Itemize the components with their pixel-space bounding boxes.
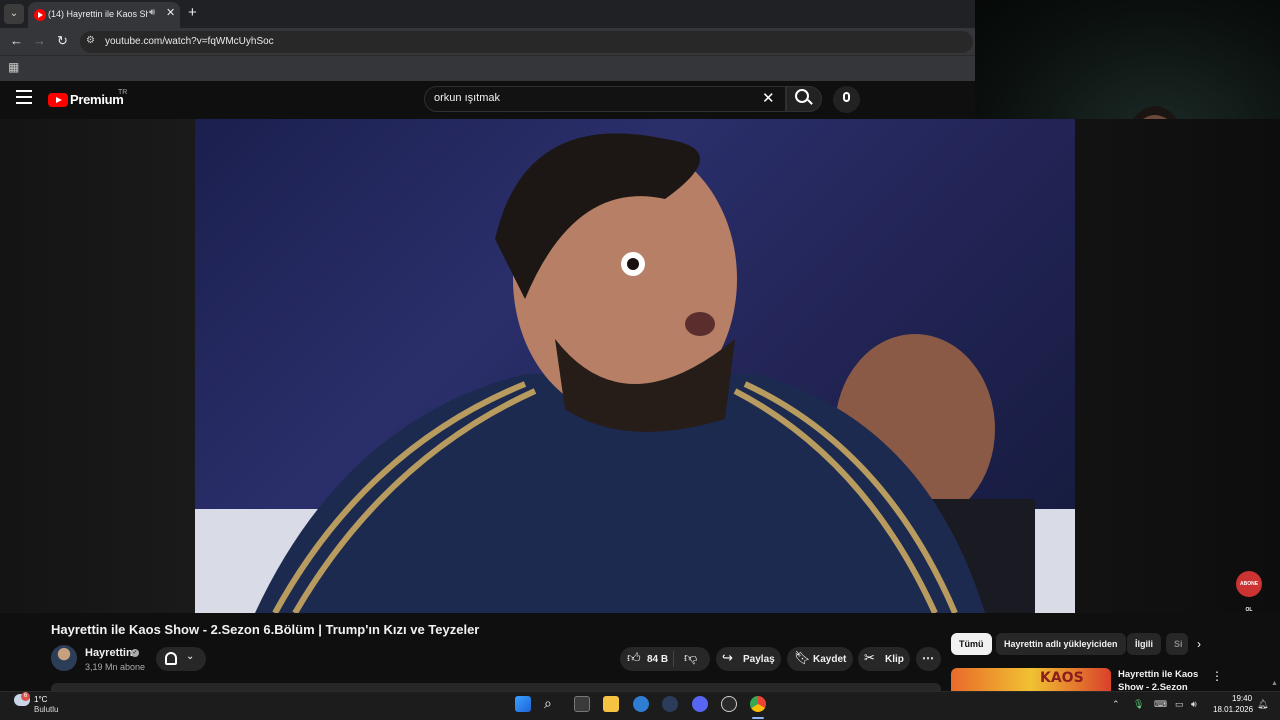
clear-search-icon[interactable]: ✕ [762,89,775,107]
url-text[interactable]: youtube.com/watch?v=fqWMcUyhSoc [105,36,274,47]
steam-icon[interactable] [662,696,678,712]
notification-icon[interactable]: 🔔︎ [1257,699,1268,710]
chevron-right-icon[interactable]: › [1197,637,1201,651]
bookmarks-bar [0,55,975,81]
reload-button[interactable]: ↻ [57,33,68,49]
discord-icon[interactable] [692,696,708,712]
file-explorer-icon[interactable] [603,696,619,712]
weather-description[interactable]: Bulutlu [34,705,58,714]
back-button[interactable]: ← [10,33,23,48]
active-app-indicator [752,717,764,719]
chevron-up-icon[interactable]: ⌃ [1112,699,1120,710]
network-icon[interactable]: ▭ [1175,699,1184,710]
recommendation-thumbnail[interactable] [951,668,1111,692]
subscribe-watermark[interactable]: ABONE OL [1236,571,1262,613]
obs-icon[interactable] [721,696,737,712]
bell-icon [165,652,177,665]
scroll-up-icon[interactable]: ▲ [1271,680,1278,687]
weather-badge: 6 [21,692,30,701]
task-view-icon[interactable] [574,696,590,712]
volume-icon[interactable]: 🔊︎ [1191,699,1197,710]
apps-grid-icon[interactable]: ▦ [8,60,19,74]
save-label: Kaydet [813,654,847,665]
hamburger-menu-icon[interactable] [16,90,32,106]
share-label: Paylaş [743,654,775,665]
channel-avatar[interactable] [51,645,77,671]
video-frame[interactable] [195,119,1075,613]
clock-date[interactable]: 18.01.2026 [1213,705,1253,714]
microphone-tray-icon[interactable]: 🎙︎ [1133,699,1144,710]
app-icon[interactable] [633,696,649,712]
description-box[interactable] [51,683,941,691]
share-icon: ↪ [722,650,733,665]
tab-search-button[interactable]: ⌄ [4,4,24,24]
youtube-logo-icon[interactable] [48,93,68,107]
thumbs-up-icon[interactable]: 👍︎ [627,650,641,666]
chrome-icon[interactable] [750,696,766,712]
kebab-menu-icon[interactable]: ⋮ [1211,669,1223,683]
more-icon: ⋯ [922,651,934,665]
channel-name[interactable]: Hayrettin [85,647,133,659]
video-title: Hayrettin ile Kaos Show - 2.Sezon 6.Bölü… [51,622,480,637]
recommendation-title[interactable]: Hayrettin ile Kaos Show - 2.Sezon [1118,668,1214,692]
youtube-favicon-icon [34,9,46,21]
close-tab-icon[interactable]: ✕ [166,6,175,19]
chip-from-uploader[interactable]: Hayrettin adlı yükleyiciden [996,633,1126,655]
thumbnail-logo-text: KAOS [1040,670,1084,686]
scissors-icon: ✂ [864,650,875,665]
notification-bell-button[interactable] [156,647,206,671]
chip-related[interactable]: İlgili [1127,633,1161,655]
like-count[interactable]: 84 B [647,654,668,665]
bookmark-icon: 🔖︎ [794,650,811,665]
clip-label: Klip [885,654,904,665]
site-info-icon[interactable]: ⚙ [86,35,95,46]
speaker-icon[interactable]: 🔊︎ [149,7,155,18]
search-icon [795,89,809,103]
youtube-brand-label[interactable]: Premium [70,92,124,107]
search-query[interactable]: orkun ışıtmak [434,92,500,104]
weather-temp[interactable]: 1°C [34,695,47,704]
new-tab-button[interactable]: + [188,4,197,21]
forward-button[interactable]: → [33,33,46,48]
clock-time[interactable]: 19:40 [1232,694,1252,703]
search-taskbar-icon[interactable]: ⌕ [544,695,552,712]
keyboard-icon[interactable]: ⌨ [1154,699,1167,710]
video-scene [195,133,1075,613]
chip-partial[interactable]: Si [1166,633,1188,655]
thumbs-down-icon[interactable]: 👎︎ [684,650,697,666]
like-divider [673,651,674,667]
microphone-icon [843,92,850,102]
chevron-down-icon: ⌄ [186,651,195,662]
subscriber-count: 3,19 Mn abone [85,662,146,672]
browser-tab[interactable]: (14) Hayrettin ile Kaos Show 🔊︎ ✕ [28,2,180,28]
windows-start-icon[interactable] [515,696,531,712]
chip-all[interactable]: Tümü [951,633,992,655]
country-code: TR [118,89,128,96]
verified-check-icon: ✓ [131,649,139,657]
tab-title: (14) Hayrettin ile Kaos Show [48,9,148,19]
